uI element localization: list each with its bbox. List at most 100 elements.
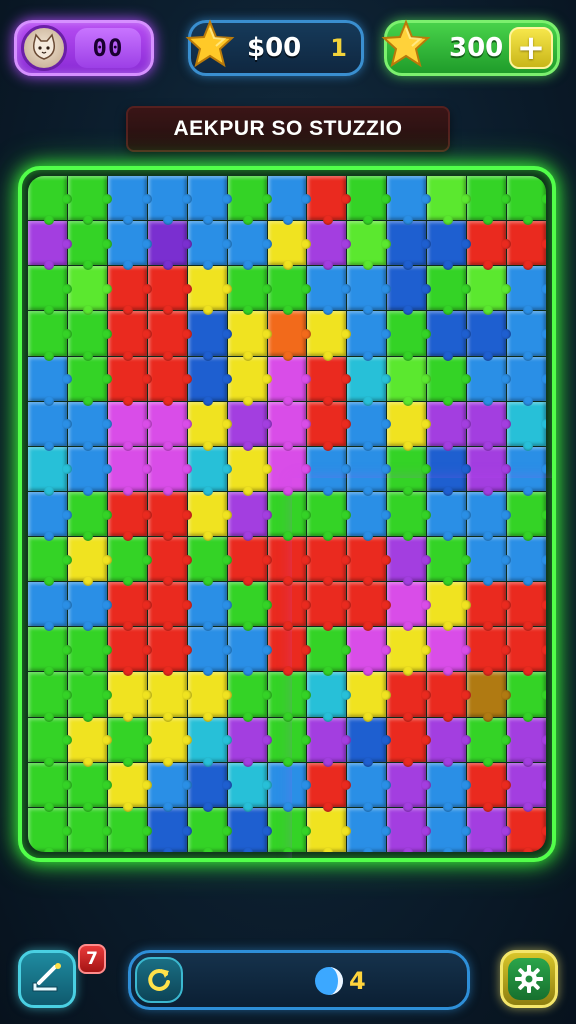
- puzzle-piece[interactable]: [427, 266, 472, 316]
- puzzle-piece[interactable]: [267, 762, 312, 813]
- puzzle-piece[interactable]: [187, 537, 232, 587]
- puzzle-piece[interactable]: [347, 491, 392, 542]
- puzzle-piece[interactable]: [307, 311, 352, 361]
- player-panel[interactable]: 00: [14, 20, 154, 76]
- puzzle-piece[interactable]: [347, 807, 392, 852]
- puzzle-piece[interactable]: [507, 176, 546, 226]
- puzzle-piece[interactable]: [427, 807, 472, 852]
- puzzle-piece[interactable]: [427, 221, 472, 271]
- puzzle-piece[interactable]: [267, 221, 312, 271]
- puzzle-piece[interactable]: [267, 491, 312, 542]
- puzzle-piece[interactable]: [147, 537, 192, 587]
- puzzle-piece[interactable]: [467, 176, 511, 226]
- puzzle-piece[interactable]: [387, 627, 432, 677]
- puzzle-piece[interactable]: [28, 762, 72, 813]
- puzzle-piece[interactable]: [427, 401, 472, 451]
- puzzle-piece[interactable]: [467, 266, 511, 316]
- puzzle-piece[interactable]: [67, 401, 112, 451]
- puzzle-piece[interactable]: [427, 356, 472, 406]
- puzzle-piece[interactable]: [227, 491, 272, 542]
- hint-button[interactable]: [18, 950, 76, 1008]
- puzzle-piece[interactable]: [347, 672, 392, 722]
- puzzle-piece[interactable]: [307, 221, 352, 271]
- puzzle-piece[interactable]: [307, 176, 352, 226]
- puzzle-piece[interactable]: [107, 356, 152, 406]
- puzzle-piece[interactable]: [427, 311, 472, 361]
- puzzle-piece[interactable]: [507, 221, 546, 271]
- puzzle-piece[interactable]: [147, 266, 192, 316]
- puzzle-piece[interactable]: [28, 491, 72, 542]
- puzzle-piece[interactable]: [28, 807, 72, 852]
- puzzle-piece[interactable]: [147, 401, 192, 451]
- puzzle-piece[interactable]: [267, 356, 312, 406]
- puzzle-piece[interactable]: [227, 672, 272, 722]
- puzzle-piece[interactable]: [187, 401, 232, 451]
- puzzle-piece[interactable]: [507, 491, 546, 542]
- puzzle-piece[interactable]: [427, 627, 472, 677]
- puzzle-piece[interactable]: [28, 717, 72, 767]
- puzzle-piece[interactable]: [387, 537, 432, 587]
- puzzle-piece[interactable]: [187, 672, 232, 722]
- puzzle-piece[interactable]: [28, 537, 72, 587]
- puzzle-piece[interactable]: [107, 176, 152, 226]
- puzzle-piece[interactable]: [387, 266, 432, 316]
- puzzle-piece[interactable]: [507, 537, 546, 587]
- puzzle-piece[interactable]: [507, 582, 546, 632]
- puzzle-piece[interactable]: [267, 446, 312, 497]
- puzzle-piece[interactable]: [427, 491, 472, 542]
- puzzle-piece[interactable]: [147, 176, 192, 226]
- puzzle-piece[interactable]: [28, 627, 72, 677]
- stars-panel[interactable]: 300 +: [381, 19, 560, 76]
- puzzle-piece[interactable]: [387, 446, 432, 497]
- puzzle-piece[interactable]: [28, 672, 72, 722]
- puzzle-piece[interactable]: [67, 582, 112, 632]
- puzzle-piece[interactable]: [307, 672, 352, 722]
- puzzle-piece[interactable]: [387, 221, 432, 271]
- puzzle-piece[interactable]: [427, 176, 472, 226]
- puzzle-piece[interactable]: [467, 311, 511, 361]
- puzzle-piece[interactable]: [387, 311, 432, 361]
- puzzle-piece[interactable]: [307, 627, 352, 677]
- puzzle-piece[interactable]: [507, 266, 546, 316]
- puzzle-piece[interactable]: [67, 446, 112, 497]
- puzzle-piece[interactable]: [107, 537, 152, 587]
- puzzle-piece[interactable]: [427, 672, 472, 722]
- puzzle-piece[interactable]: [227, 446, 272, 497]
- puzzle-piece[interactable]: [467, 762, 511, 813]
- puzzle-piece[interactable]: [267, 311, 312, 361]
- puzzle-piece[interactable]: [227, 627, 272, 677]
- puzzle-piece[interactable]: [67, 717, 112, 767]
- puzzle-piece[interactable]: [187, 762, 232, 813]
- puzzle-piece[interactable]: [147, 762, 192, 813]
- puzzle-piece[interactable]: [187, 311, 232, 361]
- puzzle-piece[interactable]: [347, 762, 392, 813]
- puzzle-piece[interactable]: [267, 537, 312, 587]
- puzzle-piece[interactable]: [307, 537, 352, 587]
- puzzle-piece[interactable]: [107, 311, 152, 361]
- puzzle-piece[interactable]: [307, 717, 352, 767]
- puzzle-piece[interactable]: [267, 672, 312, 722]
- puzzle-piece[interactable]: [427, 582, 472, 632]
- puzzle-piece[interactable]: [107, 717, 152, 767]
- puzzle-piece[interactable]: [387, 672, 432, 722]
- puzzle-piece[interactable]: [227, 807, 272, 852]
- puzzle-piece[interactable]: [147, 582, 192, 632]
- puzzle-piece[interactable]: [467, 221, 511, 271]
- puzzle-piece[interactable]: [467, 491, 511, 542]
- puzzle-piece[interactable]: [507, 762, 546, 813]
- puzzle-piece[interactable]: [227, 717, 272, 767]
- puzzle-piece[interactable]: [67, 356, 112, 406]
- puzzle-piece[interactable]: [107, 401, 152, 451]
- puzzle-piece[interactable]: [387, 491, 432, 542]
- puzzle-piece[interactable]: [147, 672, 192, 722]
- puzzle-piece[interactable]: [347, 176, 392, 226]
- puzzle-piece[interactable]: [307, 401, 352, 451]
- puzzle-piece[interactable]: [427, 537, 472, 587]
- puzzle-piece[interactable]: [307, 446, 352, 497]
- puzzle-piece[interactable]: [107, 266, 152, 316]
- puzzle-piece[interactable]: [427, 717, 472, 767]
- puzzle-piece[interactable]: [107, 582, 152, 632]
- puzzle-piece[interactable]: [67, 807, 112, 852]
- puzzle-piece[interactable]: [467, 717, 511, 767]
- puzzle-board[interactable]: [18, 166, 556, 862]
